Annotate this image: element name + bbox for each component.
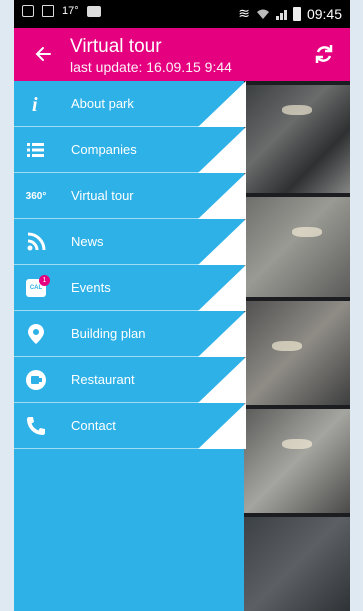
menu-corner-shape <box>198 357 246 403</box>
phone-screen: 17° ≋ 09:45 Virtual tour last update: 16… <box>14 0 350 611</box>
menu-item-label: News <box>71 234 104 249</box>
phone-icon <box>24 414 48 438</box>
back-button[interactable] <box>30 40 58 68</box>
panorama-thumbnail[interactable] <box>242 517 350 611</box>
menu-corner-shape <box>198 403 246 449</box>
360-icon: 360° <box>24 184 48 208</box>
image-icon <box>42 5 54 17</box>
temperature-text: 17° <box>62 5 79 17</box>
menu-item-companies[interactable]: Companies <box>14 127 246 173</box>
menu-corner-shape <box>198 81 246 127</box>
status-bar-left: 17° <box>22 5 101 17</box>
360-icon-text: 360° <box>25 190 47 202</box>
menu-corner-shape <box>198 127 246 173</box>
menu-item-restaurant[interactable]: Restaurant <box>14 357 246 403</box>
panorama-thumbnail[interactable] <box>242 197 350 297</box>
menu-item-events[interactable]: CAL 1 Events <box>14 265 246 311</box>
app-bar: Virtual tour last update: 16.09.15 9:44 <box>14 28 350 81</box>
status-bar: 17° ≋ 09:45 <box>14 0 350 28</box>
menu-item-contact[interactable]: Contact <box>14 403 246 449</box>
calendar-icon-text: CAL <box>29 285 43 291</box>
notification-badge: 1 <box>39 275 50 286</box>
menu-item-about-park[interactable]: i About park <box>14 81 246 127</box>
menu-item-building-plan[interactable]: Building plan <box>14 311 246 357</box>
menu-item-label: About park <box>71 96 134 111</box>
info-icon: i <box>24 92 48 116</box>
menu-item-label: Virtual tour <box>71 188 134 203</box>
page-title: Virtual tour <box>70 36 162 57</box>
menu-item-label: Events <box>71 280 111 295</box>
navigation-drawer: i About park Companies 360° Virtual tour… <box>14 81 246 611</box>
panorama-thumbnail[interactable] <box>242 301 350 405</box>
menu-corner-shape <box>198 173 246 219</box>
wifi-icon <box>256 9 269 19</box>
menu-item-label: Contact <box>71 418 116 433</box>
menu-item-news[interactable]: News <box>14 219 246 265</box>
calendar-icon: CAL 1 <box>24 275 50 300</box>
arrow-left-icon <box>35 47 51 61</box>
last-update-text: last update: 16.09.15 9:44 <box>70 59 232 75</box>
drawer-menu: i About park Companies 360° Virtual tour… <box>14 81 246 449</box>
panorama-thumbnail[interactable] <box>242 85 350 193</box>
refresh-icon <box>315 45 333 63</box>
menu-item-label: Building plan <box>71 326 146 341</box>
menu-item-virtual-tour[interactable]: 360° Virtual tour <box>14 173 246 219</box>
content-area: i About park Companies 360° Virtual tour… <box>14 81 350 611</box>
menu-item-label: Companies <box>71 142 137 157</box>
battery-icon <box>292 6 301 21</box>
location-pin-icon <box>24 322 48 346</box>
svg-text:i: i <box>32 94 38 116</box>
menu-corner-shape <box>198 265 246 311</box>
menu-item-label: Restaurant <box>71 372 135 387</box>
mute-vibrate-icon: ≋ <box>238 5 250 21</box>
list-icon <box>24 138 48 162</box>
download-icon <box>22 5 34 17</box>
menu-corner-shape <box>198 311 246 357</box>
refresh-button[interactable] <box>310 40 338 68</box>
status-bar-right: ≋ 09:45 <box>238 5 342 22</box>
cup-icon <box>24 368 48 392</box>
menu-corner-shape <box>198 219 246 265</box>
panorama-thumbnail[interactable] <box>242 409 350 513</box>
bag-icon <box>86 5 101 17</box>
clock: 09:45 <box>306 5 342 22</box>
rss-icon <box>24 230 48 254</box>
signal-icon <box>275 8 287 20</box>
